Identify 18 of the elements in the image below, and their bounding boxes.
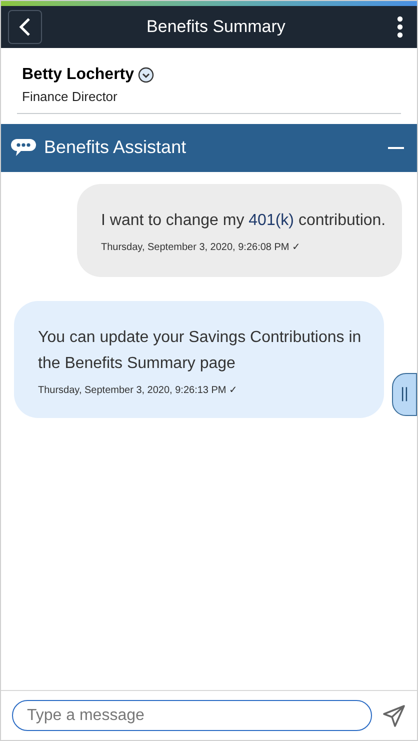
page-title: Benefits Summary bbox=[146, 16, 286, 38]
assistant-title: Benefits Assistant bbox=[44, 136, 186, 159]
message-text: I want to change my 401(k) contribution. bbox=[101, 210, 387, 230]
back-icon bbox=[19, 17, 31, 37]
employee-name: Betty Locherty bbox=[22, 65, 134, 85]
message-text: You can update your Savings Contributions in the Benefits Summary page bbox=[38, 328, 362, 374]
send-icon[interactable] bbox=[382, 704, 406, 728]
message-timestamp: Thursday, September 3, 2020, 9:26:13 PM ✓ bbox=[38, 384, 238, 398]
message-timestamp: Thursday, September 3, 2020, 9:26:08 PM ✓ bbox=[101, 240, 302, 254]
dropdown-icon[interactable] bbox=[138, 67, 154, 83]
term-link[interactable]: 401(k) bbox=[248, 212, 294, 228]
chat-icon bbox=[11, 138, 36, 158]
more-icon bbox=[396, 16, 403, 38]
back-button[interactable] bbox=[8, 10, 42, 44]
side-tab[interactable]: || bbox=[392, 373, 417, 416]
minus-icon bbox=[388, 146, 404, 148]
message-input[interactable]: Type a message bbox=[12, 700, 372, 731]
job-title: Finance Director bbox=[22, 88, 118, 106]
